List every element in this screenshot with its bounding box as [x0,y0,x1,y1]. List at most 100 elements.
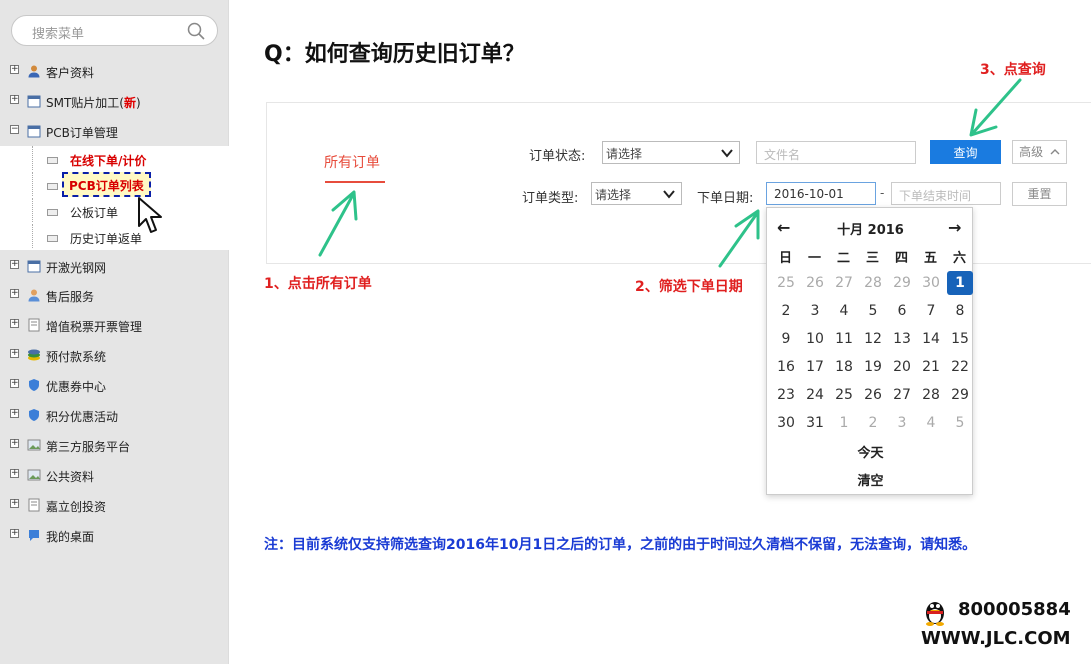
calendar-day[interactable]: 1 [947,271,973,295]
calendar-day[interactable]: 30 [773,411,799,435]
advanced-button[interactable]: 高级 [1012,140,1067,164]
search-input[interactable]: 搜索菜单 [11,15,218,46]
calendar-day[interactable]: 3 [889,411,915,435]
today-button[interactable]: 今天 [767,442,974,461]
calendar-day[interactable]: 26 [802,271,828,295]
calendar-day[interactable]: 16 [773,355,799,379]
active-tab-indicator [325,181,385,183]
calendar-day[interactable]: 17 [802,355,828,379]
sidebar-item-investment[interactable]: + 嘉立创投资 [0,491,229,521]
sidebar-item-desktop[interactable]: + 我的桌面 [0,521,229,551]
calendar-day[interactable]: 14 [918,327,944,351]
date-start-input[interactable]: 2016-10-01 [766,182,876,205]
calendar-day[interactable]: 23 [773,383,799,407]
order-date-label: 下单日期: [697,191,754,206]
calendar-day[interactable]: 13 [889,327,915,351]
order-status-select[interactable]: 请选择 [602,141,740,164]
reset-button[interactable]: 重置 [1012,182,1067,206]
pcb-submenu: 在线下单/计价 公板订单 历史订单返单 [0,146,229,250]
sidebar-item-label: 预付款系统 [46,350,107,364]
calendar-day[interactable]: 11 [831,327,857,351]
expand-icon[interactable]: + [10,65,19,74]
calendar-day[interactable]: 25 [773,271,799,295]
notice-text: 注：目前系统仅支持筛选查询2016年10月1日之后的订单，之前的由于时间过久清档… [264,537,977,553]
collapse-icon[interactable]: − [10,125,19,134]
calendar-day[interactable]: 2 [773,299,799,323]
submenu-item-online-order[interactable]: 在线下单/计价 [0,146,229,172]
submenu-label: PCB订单列表 [69,179,144,193]
expand-icon[interactable]: + [10,499,19,508]
clear-button[interactable]: 清空 [767,470,974,489]
sidebar-item-points[interactable]: + 积分优惠活动 [0,401,229,431]
calendar-day[interactable]: 3 [802,299,828,323]
expand-icon[interactable]: + [10,469,19,478]
calendar-day[interactable]: 5 [860,299,886,323]
chat-bubble-icon [29,530,39,541]
calendar-day[interactable]: 18 [831,355,857,379]
shield-icon [29,379,39,391]
calendar-day[interactable]: 7 [918,299,944,323]
expand-icon[interactable]: + [10,439,19,448]
expand-icon[interactable]: + [10,289,19,298]
calendar-day[interactable]: 29 [947,383,973,407]
calendar-day[interactable]: 29 [889,271,915,295]
expand-icon[interactable]: + [10,409,19,418]
sidebar-item-customer[interactable]: + 客户资料 [0,57,229,87]
expand-icon[interactable]: + [10,95,19,104]
calendar-day[interactable]: 20 [889,355,915,379]
calendar-day[interactable]: 28 [918,383,944,407]
calendar-day[interactable]: 28 [860,271,886,295]
sidebar-item-invoice[interactable]: + 增值税票开票管理 [0,311,229,341]
calendar-day[interactable]: 5 [947,411,973,435]
highlighted-submenu-item[interactable]: PCB订单列表 [62,172,151,197]
calendar-day[interactable]: 15 [947,327,973,351]
calendar-day[interactable]: 9 [773,327,799,351]
calendar-day[interactable]: 4 [831,299,857,323]
expand-icon[interactable]: + [10,349,19,358]
calendar-day[interactable]: 24 [802,383,828,407]
expand-icon[interactable]: + [10,319,19,328]
sidebar-item-coupon[interactable]: + 优惠券中心 [0,371,229,401]
calendar-day[interactable]: 10 [802,327,828,351]
expand-icon[interactable]: + [10,529,19,538]
sidebar-item-third-party[interactable]: + 第三方服务平台 [0,431,229,461]
calendar-day[interactable]: 6 [889,299,915,323]
sidebar-item-smt[interactable]: + SMT贴片加工(新) [0,87,229,117]
sidebar-item-stencil[interactable]: + 开激光钢网 [0,252,229,282]
filename-input[interactable]: 文件名 [756,141,916,164]
step2-annotation: 2、筛选下单日期 [635,279,743,295]
calendar-day[interactable]: 4 [918,411,944,435]
calendar-day[interactable]: 25 [831,383,857,407]
calendar-month-title[interactable]: 十月 2016 [767,219,974,238]
sidebar-item-prepaid[interactable]: + 预付款系统 [0,341,229,371]
calendar-day[interactable]: 27 [831,271,857,295]
submenu-item-public-board[interactable]: 公板订单 [0,198,229,224]
tab-all-orders[interactable]: 所有订单 [324,152,380,172]
weekday-header: 日 [778,251,792,266]
sidebar-item-pcb-orders[interactable]: − PCB订单管理 [0,117,229,147]
calendar-day[interactable]: 30 [918,271,944,295]
calendar-day[interactable]: 8 [947,299,973,323]
calendar-day[interactable]: 2 [860,411,886,435]
date-end-input[interactable]: 下单结束时间 [891,182,1001,205]
order-type-select[interactable]: 请选择 [591,182,682,205]
search-icon[interactable] [187,22,205,40]
submenu-item-history-reorder[interactable]: 历史订单返单 [0,224,229,250]
calendar-day[interactable]: 1 [831,411,857,435]
calendar-day[interactable]: 27 [889,383,915,407]
sidebar-item-after-sales[interactable]: + 售后服务 [0,281,229,311]
expand-icon[interactable]: + [10,379,19,388]
next-month-button[interactable]: → [948,218,961,237]
query-button[interactable]: 查询 [930,140,1001,164]
chevron-up-icon [1050,149,1060,155]
tree-line [32,172,33,196]
calendar-day[interactable]: 26 [860,383,886,407]
calendar-day[interactable]: 22 [947,355,973,379]
sidebar-item-public-data[interactable]: + 公共资料 [0,461,229,491]
sidebar-item-label: PCB订单管理 [46,126,118,140]
calendar-day[interactable]: 31 [802,411,828,435]
calendar-day[interactable]: 19 [860,355,886,379]
calendar-day[interactable]: 12 [860,327,886,351]
expand-icon[interactable]: + [10,260,19,269]
calendar-day[interactable]: 21 [918,355,944,379]
